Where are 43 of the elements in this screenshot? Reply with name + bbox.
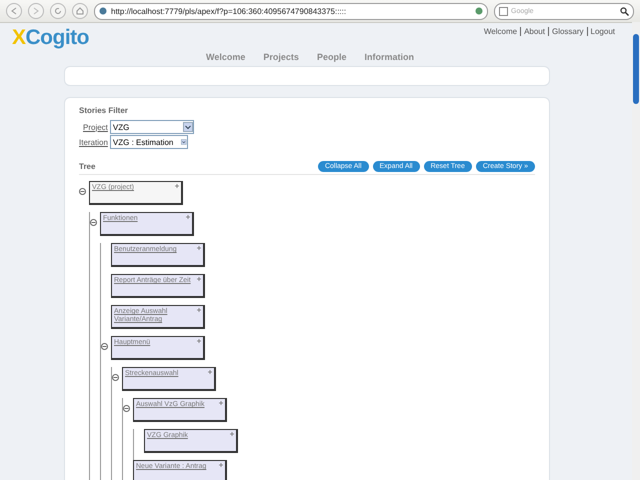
logo: XCogito: [12, 26, 89, 50]
header-link[interactable]: Welcome: [480, 27, 520, 36]
plus-icon[interactable]: [186, 215, 190, 219]
dropdown-icon[interactable]: [182, 122, 193, 132]
plus-icon[interactable]: [230, 432, 234, 436]
plus-icon[interactable]: [197, 308, 201, 312]
section-title: Stories Filter: [79, 106, 129, 115]
field-label: Project: [82, 122, 108, 132]
url-text: http://localhost:7779/pls/apex/f?p=106:360:4095674790843375:::::: [111, 6, 348, 16]
nav-link[interactable]: Projects: [263, 52, 299, 62]
back-button[interactable]: [6, 3, 22, 19]
nav-link[interactable]: Welcome: [206, 52, 246, 62]
plus-icon[interactable]: [197, 246, 201, 250]
collapse-icon[interactable]: [79, 188, 86, 195]
address-bar[interactable]: http://localhost:7779/pls/apex/f?p=106:360:4095674790843375:::::: [94, 2, 488, 20]
plus-icon[interactable]: [219, 401, 223, 405]
plus-icon[interactable]: [175, 184, 179, 188]
plus-icon[interactable]: [197, 339, 201, 343]
collapse-icon[interactable]: [112, 374, 119, 381]
plus-icon[interactable]: [208, 370, 212, 374]
field-label: Iteration: [79, 138, 108, 146]
forward-button[interactable]: [28, 3, 44, 19]
select-field[interactable]: VZG : Estimation: [110, 135, 188, 149]
home-button[interactable]: [72, 3, 88, 19]
nav-link[interactable]: Information: [364, 52, 414, 62]
reload-button[interactable]: [50, 3, 66, 19]
plus-icon[interactable]: [197, 277, 201, 281]
select-field[interactable]: VZG: [110, 120, 194, 134]
search-engine-icon[interactable]: [499, 6, 508, 16]
nav-link[interactable]: People: [316, 52, 346, 62]
header-link[interactable]: About: [520, 27, 548, 36]
collapse-icon[interactable]: [123, 405, 130, 412]
go-icon[interactable]: [475, 7, 483, 15]
header-link[interactable]: Logout: [586, 27, 618, 36]
reload-icon: [54, 7, 62, 15]
collapse-icon[interactable]: [90, 219, 97, 226]
globe-icon: [99, 7, 107, 15]
collapse-icon[interactable]: [101, 343, 108, 350]
plus-icon[interactable]: [219, 463, 223, 467]
home-icon: [76, 7, 84, 15]
section-title: Tree: [79, 162, 96, 171]
header-link[interactable]: Glossary: [548, 27, 587, 36]
search-icon[interactable]: [620, 6, 629, 16]
